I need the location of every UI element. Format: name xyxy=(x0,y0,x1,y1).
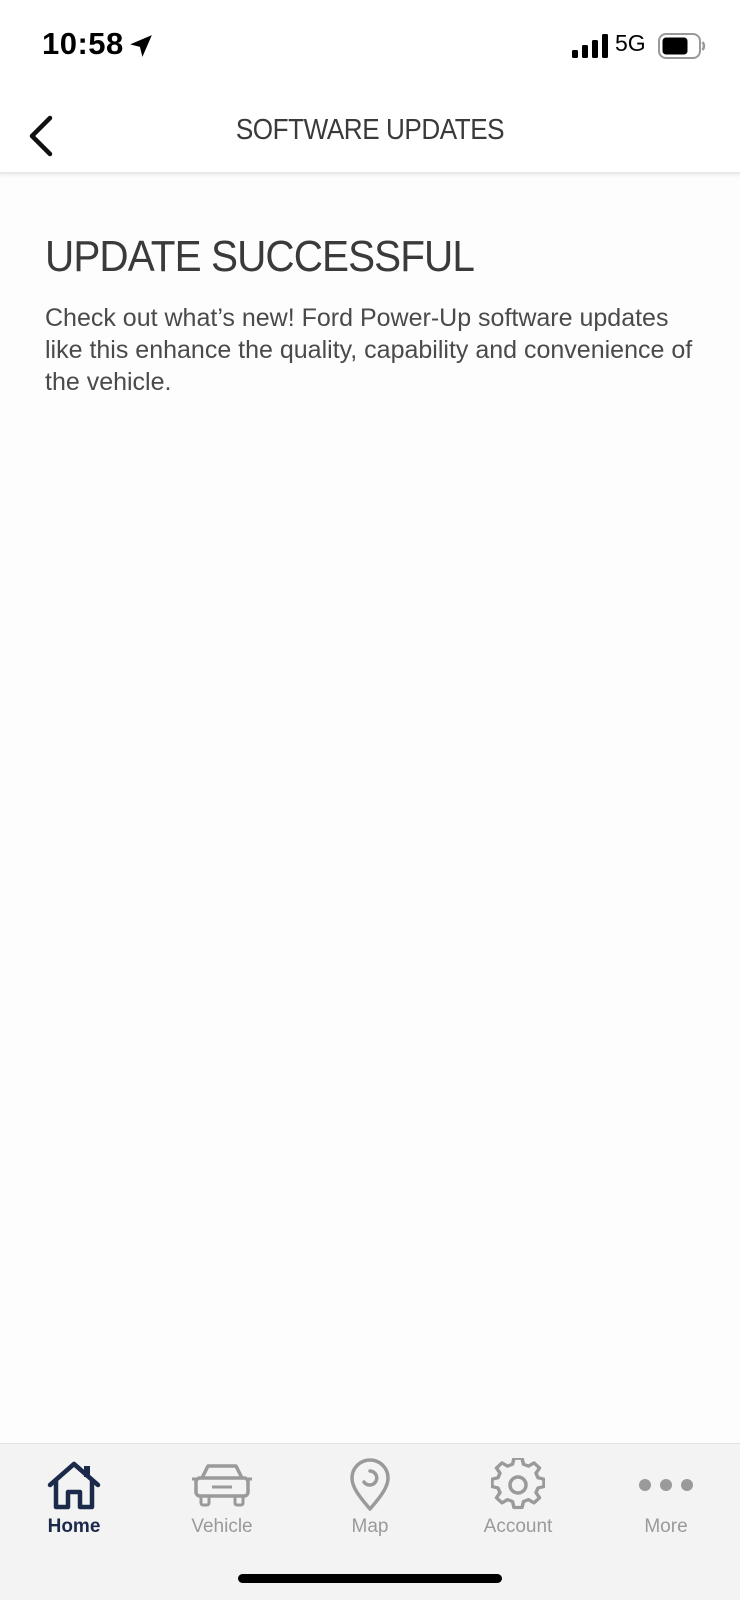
more-dots-icon xyxy=(639,1479,693,1491)
tab-account-label: Account xyxy=(483,1516,553,1537)
update-status-heading: UPDATE SUCCESSFUL xyxy=(45,232,475,281)
battery-icon xyxy=(658,33,706,59)
map-pin-icon xyxy=(350,1458,390,1511)
tab-more[interactable]: More xyxy=(592,1458,740,1558)
update-description: Check out what’s new! Ford Power-Up soft… xyxy=(45,304,693,396)
home-indicator xyxy=(238,1574,502,1583)
signal-bars-icon xyxy=(572,34,608,58)
tab-vehicle[interactable]: Vehicle xyxy=(148,1458,296,1558)
tab-more-label: More xyxy=(644,1516,688,1537)
page-title: SOFTWARE UPDATES xyxy=(235,114,505,146)
tab-map-label: Map xyxy=(351,1516,389,1537)
home-icon xyxy=(47,1461,101,1510)
tab-home-label: Home xyxy=(47,1516,101,1537)
network-type: 5G xyxy=(615,30,646,56)
main-content: UPDATE SUCCESSFUL Check out what’s new! … xyxy=(45,232,695,398)
header: SOFTWARE UPDATES xyxy=(0,96,740,174)
tab-vehicle-label: Vehicle xyxy=(191,1516,253,1537)
location-arrow-icon xyxy=(130,35,152,57)
tab-map[interactable]: Map xyxy=(296,1458,444,1558)
tab-home[interactable]: Home xyxy=(0,1458,148,1558)
tab-account[interactable]: Account xyxy=(444,1458,592,1558)
car-icon xyxy=(192,1464,252,1507)
screen: 10:58 5G SOFTWARE UPDATES UPDATE SUCCESS… xyxy=(0,0,740,1600)
gear-icon xyxy=(491,1458,545,1510)
status-time: 10:58 xyxy=(42,26,124,61)
status-bar: 10:58 5G xyxy=(0,0,740,96)
